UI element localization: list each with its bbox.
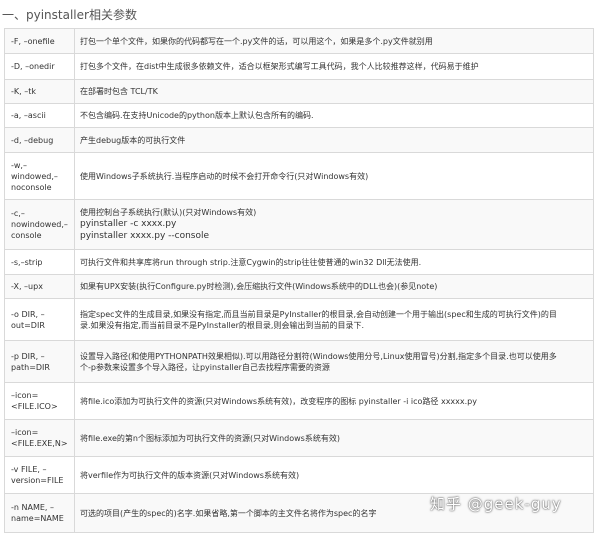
zhihu-watermark: 知乎 @geek-guy xyxy=(430,495,562,513)
param-row: -a, –ascii 不包含编码.在支持Unicode的python版本上默认包含… xyxy=(4,103,594,128)
param-description: 打包多个文件，在dist中生成很多依赖文件，适合以框架形式编写工具代码，我个人比… xyxy=(74,53,594,80)
param-option: -D, –onedir xyxy=(4,53,75,80)
param-description: 可执行文件和共享库将run through strip.注意Cygwin的str… xyxy=(74,249,594,275)
param-option: -d, –debug xyxy=(4,127,75,153)
param-description: 如果有UPX安装(执行Configure.py时检测),会压缩执行文件(Wind… xyxy=(74,274,594,299)
param-option: -w,–windowed,–noconsole xyxy=(4,152,75,200)
param-description-line: 产生debug版本的可执行文件 xyxy=(80,135,186,145)
param-description-line: 使用Windows子系统执行.当程序启动的时候不会打开命令行(只对Windows… xyxy=(80,171,369,181)
param-option: -c,–nowindowed,–console xyxy=(4,199,75,250)
parameter-table-body: -F, –onefile 打包一个单个文件，如果你的代码都写在一个.py文件的话，… xyxy=(4,28,594,533)
param-row: –icon=<FILE.ICO> 将file.ico添加为可执行文件的资源(只对W… xyxy=(4,382,594,420)
param-row: -c,–nowindowed,–console 使用控制台子系统执行(默认)(只对… xyxy=(4,199,594,250)
param-row: -F, –onefile 打包一个单个文件，如果你的代码都写在一个.py文件的话，… xyxy=(4,28,594,54)
param-description: 不包含编码.在支持Unicode的python版本上默认包含所有的编码. xyxy=(74,103,594,128)
param-description-line: 如果有UPX安装(执行Configure.py时检测),会压缩执行文件(Wind… xyxy=(80,282,438,291)
param-option: -n NAME, –name=NAME xyxy=(4,493,75,533)
param-description: 在部署时包含 TCL/TK xyxy=(74,79,594,104)
param-row: -D, –onedir 打包多个文件，在dist中生成很多依赖文件，适合以框架形式… xyxy=(4,53,594,80)
param-option: -a, –ascii xyxy=(4,103,75,128)
param-option: -K, –tk xyxy=(4,79,75,104)
param-description-line: 将file.exe的第n个图标添加为可执行文件的资源(只对Windows系统有效… xyxy=(80,433,340,443)
param-option: -X, –upx xyxy=(4,274,75,299)
param-description: 使用控制台子系统执行(默认)(只对Windows有效) pyinstaller -… xyxy=(74,199,594,250)
param-description: 将file.ico添加为可执行文件的资源(只对Windows系统有效)，改变程序… xyxy=(74,382,594,420)
param-description: 将verfile作为可执行文件的版本资源(只对Windows系统有效) xyxy=(74,456,594,494)
param-option: -F, –onefile xyxy=(4,28,75,54)
param-description: 设置导入路径(和使用PYTHONPATH效果相似).可以用路径分割符(Windo… xyxy=(74,340,594,383)
param-row: -s,–strip 可执行文件和共享库将run through strip.注意C… xyxy=(4,249,594,275)
param-description-line: pyinstaller -c xxxx.py xyxy=(80,219,177,229)
param-description-line: 个-p参数来设置多个导入路径，让pyinstaller自己去找程序需要的资源 xyxy=(80,362,330,372)
param-description-line: 可执行文件和共享库将run through strip.注意Cygwin的str… xyxy=(80,257,422,267)
param-option: -s,–strip xyxy=(4,249,75,275)
param-description-line: 将file.ico添加为可执行文件的资源(只对Windows系统有效)，改变程序… xyxy=(80,396,477,406)
param-row: -w,–windowed,–noconsole 使用Windows子系统执行.当程… xyxy=(4,152,594,200)
param-description-line: 使用控制台子系统执行(默认)(只对Windows有效) xyxy=(80,208,257,217)
param-description: 将file.exe的第n个图标添加为可执行文件的资源(只对Windows系统有效… xyxy=(74,419,594,457)
param-row: –icon=<FILE.EXE,N> 将file.exe的第n个图标添加为可执行文… xyxy=(4,419,594,457)
param-option: –icon=<FILE.EXE,N> xyxy=(4,419,75,457)
param-description-line: 打包多个文件，在dist中生成很多依赖文件，适合以框架形式编写工具代码，我个人比… xyxy=(80,62,479,71)
param-row: -o DIR, –out=DIR 指定spec文件的生成目录,如果没有指定,而且当… xyxy=(4,298,594,341)
param-description: 使用Windows子系统执行.当程序启动的时候不会打开命令行(只对Windows… xyxy=(74,152,594,200)
param-option: –icon=<FILE.ICO> xyxy=(4,382,75,420)
param-description-line: 指定spec文件的生成目录,如果没有指定,而且当前目录是PyInstaller的… xyxy=(80,309,557,319)
param-option: -o DIR, –out=DIR xyxy=(4,298,75,341)
param-description-line: 打包一个单个文件，如果你的代码都写在一个.py文件的话，可以用这个，如果是多个.… xyxy=(80,36,433,46)
param-row: -d, –debug 产生debug版本的可执行文件 xyxy=(4,127,594,153)
param-option: -p DIR, –path=DIR xyxy=(4,340,75,383)
param-description: 指定spec文件的生成目录,如果没有指定,而且当前目录是PyInstaller的… xyxy=(74,298,594,341)
param-description: 打包一个单个文件，如果你的代码都写在一个.py文件的话，可以用这个，如果是多个.… xyxy=(74,28,594,54)
param-description: 产生debug版本的可执行文件 xyxy=(74,127,594,153)
param-row: -v FILE, –version=FILE 将verfile作为可执行文件的版本… xyxy=(4,456,594,494)
param-description-line: 不包含编码.在支持Unicode的python版本上默认包含所有的编码. xyxy=(80,111,314,120)
param-description-line: 录.如果没有指定,而当前目录不是PyInstaller的根目录,则会输出到当前的… xyxy=(80,320,365,330)
section-heading: 一、pyinstaller相关参数 xyxy=(2,8,137,22)
param-row: -p DIR, –path=DIR 设置导入路径(和使用PYTHONPATH效果相… xyxy=(4,340,594,383)
param-option: -v FILE, –version=FILE xyxy=(4,456,75,494)
parameter-table: -F, –onefile 打包一个单个文件，如果你的代码都写在一个.py文件的话，… xyxy=(4,28,594,533)
param-description-line: 设置导入路径(和使用PYTHONPATH效果相似).可以用路径分割符(Windo… xyxy=(80,351,557,361)
param-description-line: 将verfile作为可执行文件的版本资源(只对Windows系统有效) xyxy=(80,470,300,480)
param-description-line: pyinstaller xxxx.py --console xyxy=(80,231,210,241)
param-row: -X, –upx 如果有UPX安装(执行Configure.py时检测),会压缩执… xyxy=(4,274,594,299)
param-row: -K, –tk 在部署时包含 TCL/TK xyxy=(4,79,594,104)
param-description-line: 在部署时包含 TCL/TK xyxy=(80,87,158,96)
